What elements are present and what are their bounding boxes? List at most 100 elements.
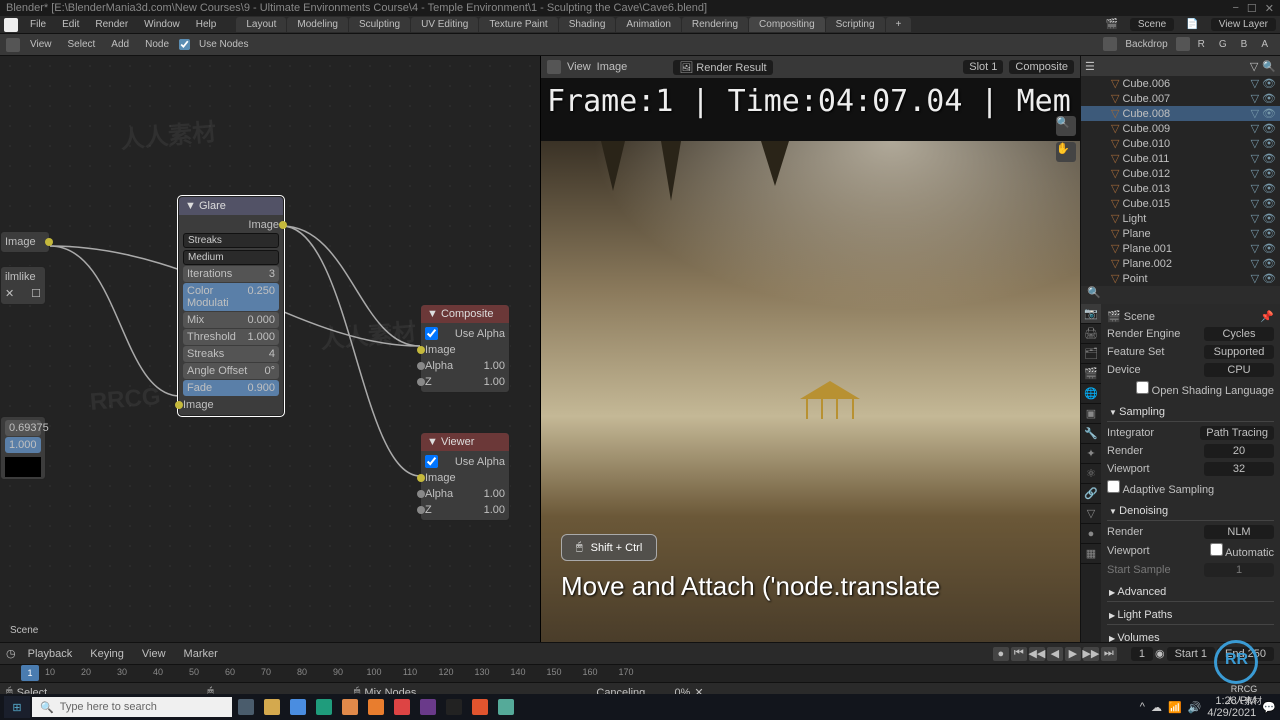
image-editor[interactable]: View Image 🖼 Render Result Slot 1 Compos… bbox=[540, 56, 1080, 642]
zoom-icon[interactable] bbox=[286, 696, 310, 718]
socket-icon[interactable] bbox=[45, 238, 53, 246]
tab-uv-editing[interactable]: UV Editing bbox=[411, 17, 478, 32]
jump-start-icon[interactable]: ⏮ bbox=[1011, 647, 1027, 661]
color-swatch[interactable] bbox=[5, 457, 41, 477]
current-frame-field[interactable]: 1 bbox=[1131, 647, 1153, 661]
socket-icon[interactable] bbox=[417, 346, 425, 354]
mesh-data-icon[interactable]: ▽ bbox=[1251, 77, 1259, 90]
visibility-icon[interactable]: 👁 bbox=[1262, 257, 1276, 270]
mesh-data-icon[interactable]: ▽ bbox=[1251, 107, 1259, 120]
img-view[interactable]: View bbox=[567, 61, 591, 73]
visibility-icon[interactable]: 👁 bbox=[1262, 92, 1276, 105]
tab-modifier-icon[interactable]: 🔧 bbox=[1081, 424, 1101, 444]
layer-dropdown[interactable]: Composite bbox=[1009, 60, 1074, 74]
explorer-icon[interactable] bbox=[260, 696, 284, 718]
viewer-use-alpha[interactable]: Use Alpha bbox=[425, 453, 505, 470]
jump-end-icon[interactable]: ⏭ bbox=[1101, 647, 1117, 661]
channel-b[interactable]: B bbox=[1235, 37, 1254, 52]
mesh-data-icon[interactable]: ▽ bbox=[1251, 167, 1259, 180]
nh-add[interactable]: Add bbox=[105, 37, 135, 52]
mesh-data-icon[interactable]: ▽ bbox=[1251, 257, 1259, 270]
backdrop-icon[interactable] bbox=[1176, 37, 1190, 51]
node-composite[interactable]: ▼ Composite Use Alpha Image Alpha1.00 Z1… bbox=[420, 304, 510, 393]
tab-material-icon[interactable]: ● bbox=[1081, 524, 1101, 544]
scene-field[interactable]: Scene bbox=[1130, 18, 1174, 31]
visibility-icon[interactable]: 👁 bbox=[1262, 152, 1276, 165]
outliner-item[interactable]: ▽Cube.010▽ 👁 bbox=[1081, 136, 1280, 151]
minimize-button[interactable]: − bbox=[1232, 2, 1238, 15]
sampling-panel[interactable]: Sampling bbox=[1107, 403, 1274, 422]
slot-dropdown[interactable]: Slot 1 bbox=[963, 60, 1003, 74]
osl-checkbox[interactable]: Open Shading Language bbox=[1136, 381, 1274, 397]
glare-streaks[interactable]: Streaks4 bbox=[183, 346, 279, 362]
menu-file[interactable]: File bbox=[22, 17, 54, 32]
tab-particle-icon[interactable]: ✦ bbox=[1081, 444, 1101, 464]
tray-wifi-icon[interactable]: 📶 bbox=[1168, 701, 1182, 714]
node-filmic-body[interactable]: ilmlike ✕☐ bbox=[0, 266, 46, 305]
tab-world-icon[interactable]: 🌐 bbox=[1081, 384, 1101, 404]
chrome-icon[interactable] bbox=[390, 696, 414, 718]
outliner-item[interactable]: ▽Cube.015▽ 👁 bbox=[1081, 196, 1280, 211]
menu-render[interactable]: Render bbox=[87, 17, 136, 32]
outliner-item[interactable]: ▽Cube.013▽ 👁 bbox=[1081, 181, 1280, 196]
visibility-icon[interactable]: 👁 bbox=[1262, 122, 1276, 135]
tab-viewlayer-icon[interactable]: 🗂 bbox=[1081, 344, 1101, 364]
tab-animation[interactable]: Animation bbox=[616, 17, 680, 32]
obs-icon[interactable] bbox=[442, 696, 466, 718]
composite-use-alpha[interactable]: Use Alpha bbox=[425, 325, 505, 342]
channel-r[interactable]: R bbox=[1192, 37, 1211, 52]
outliner-item[interactable]: ▽Plane▽ 👁 bbox=[1081, 226, 1280, 241]
glare-quality-dropdown[interactable]: Medium bbox=[183, 250, 279, 265]
tab-render-icon[interactable]: 📷 bbox=[1081, 304, 1101, 324]
socket-icon[interactable] bbox=[417, 378, 425, 386]
outliner-item[interactable]: ▽Cube.008▽ 👁 bbox=[1081, 106, 1280, 121]
mesh-data-icon[interactable]: ▽ bbox=[1251, 152, 1259, 165]
render-samples-field[interactable]: 20 bbox=[1204, 444, 1274, 458]
timeline-type-icon[interactable]: ◷ bbox=[6, 647, 16, 660]
tab-object-icon[interactable]: ▣ bbox=[1081, 404, 1101, 424]
glare-type-dropdown[interactable]: Streaks bbox=[183, 233, 279, 248]
tl-keying[interactable]: Keying bbox=[84, 646, 130, 662]
outliner-item[interactable]: ▽Cube.007▽ 👁 bbox=[1081, 91, 1280, 106]
nh-view[interactable]: View bbox=[24, 37, 58, 52]
start-frame-field[interactable]: Start 1 bbox=[1167, 647, 1215, 661]
node-composite-header[interactable]: ▼ Composite bbox=[421, 305, 509, 323]
mesh-data-icon[interactable]: ▽ bbox=[1251, 272, 1259, 285]
tab-rendering[interactable]: Rendering bbox=[682, 17, 748, 32]
outliner-item[interactable]: ▽Cube.006▽ 👁 bbox=[1081, 76, 1280, 91]
magnify-icon[interactable]: 🔍 bbox=[1056, 116, 1076, 136]
visibility-icon[interactable]: 👁 bbox=[1262, 137, 1276, 150]
mesh-data-icon[interactable]: ▽ bbox=[1251, 122, 1259, 135]
denoise-render-dropdown[interactable]: NLM bbox=[1204, 525, 1274, 539]
tab-compositing[interactable]: Compositing bbox=[749, 17, 825, 32]
node-filmic-vals[interactable]: 0.69375 1.000 bbox=[0, 416, 46, 480]
pin-icon[interactable] bbox=[1103, 37, 1117, 51]
socket-icon[interactable] bbox=[279, 221, 287, 229]
tray-chevron-icon[interactable]: ^ bbox=[1140, 701, 1145, 713]
hand-icon[interactable]: ✋ bbox=[1056, 142, 1076, 162]
prev-key-icon[interactable]: ◀◀ bbox=[1029, 647, 1045, 661]
tab-constraint-icon[interactable]: 🔗 bbox=[1081, 484, 1101, 504]
menu-window[interactable]: Window bbox=[136, 17, 188, 32]
blender-icon[interactable] bbox=[364, 696, 388, 718]
outliner-item[interactable]: ▽Cube.009▽ 👁 bbox=[1081, 121, 1280, 136]
visibility-icon[interactable]: 👁 bbox=[1262, 212, 1276, 225]
visibility-icon[interactable]: 👁 bbox=[1262, 227, 1276, 240]
val-069[interactable]: 0.69375 bbox=[5, 420, 41, 436]
playhead[interactable]: 1 bbox=[21, 665, 39, 681]
tab-modeling[interactable]: Modeling bbox=[287, 17, 348, 32]
outliner[interactable]: ☰ ▽ 🔍 ▽Cube.006▽ 👁▽Cube.007▽ 👁▽Cube.008▽… bbox=[1081, 56, 1280, 286]
outliner-item[interactable]: ▽Cube.011▽ 👁 bbox=[1081, 151, 1280, 166]
denoising-panel[interactable]: Denoising bbox=[1107, 502, 1274, 521]
feature-set-dropdown[interactable]: Supported bbox=[1204, 345, 1274, 359]
mesh-data-icon[interactable]: ▽ bbox=[1251, 242, 1259, 255]
tab-output-icon[interactable]: 🖨 bbox=[1081, 324, 1101, 344]
play-rev-icon[interactable]: ◀ bbox=[1047, 647, 1063, 661]
node-filmic[interactable]: Image bbox=[0, 231, 50, 253]
glare-fade[interactable]: Fade0.900 bbox=[183, 380, 279, 396]
nh-select[interactable]: Select bbox=[62, 37, 102, 52]
tray-cloud-icon[interactable]: ☁ bbox=[1151, 701, 1162, 714]
mesh-data-icon[interactable]: ▽ bbox=[1251, 92, 1259, 105]
socket-icon[interactable] bbox=[417, 362, 425, 370]
visibility-icon[interactable]: 👁 bbox=[1262, 272, 1276, 285]
